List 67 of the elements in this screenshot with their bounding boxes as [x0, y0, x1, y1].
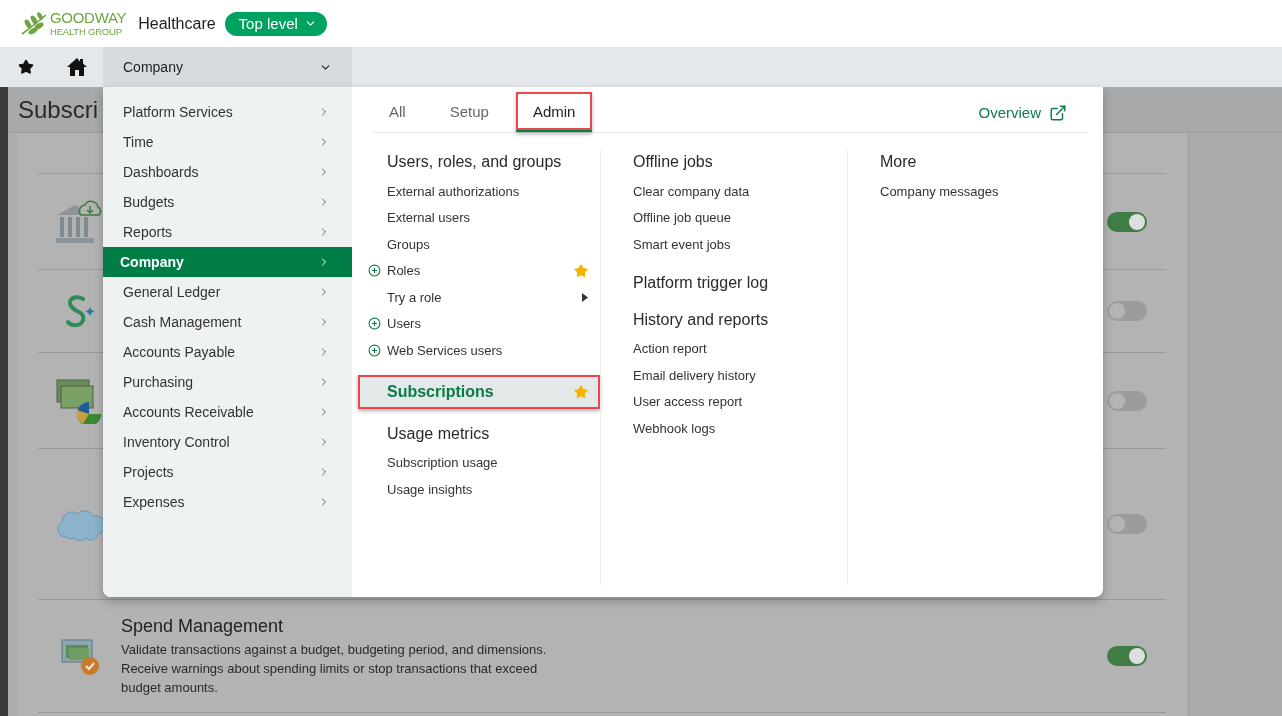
menu-category[interactable]: Accounts Payable: [103, 337, 352, 367]
section-heading: History and reports: [632, 309, 770, 330]
external-link-icon: [1049, 103, 1067, 122]
toggle-switch[interactable]: [1107, 646, 1147, 666]
module-menu[interactable]: Company: [103, 47, 352, 87]
feature-title: Spend Management: [121, 615, 285, 637]
menu-tab[interactable]: Admin: [515, 92, 593, 132]
menu-tab[interactable]: All: [372, 92, 423, 132]
section-heading: Offline jobs: [632, 152, 714, 172]
menu-category[interactable]: Platform Services: [103, 97, 352, 127]
logo-name: GOODWAY: [50, 10, 127, 26]
leaf-logo-icon: [20, 11, 48, 36]
menu-category[interactable]: Budgets: [103, 187, 352, 217]
menu-link[interactable]: User access report: [601, 388, 847, 415]
menu-category[interactable]: General Ledger: [103, 277, 352, 307]
menu-link[interactable]: External authorizations: [355, 178, 600, 205]
star-icon: [574, 263, 588, 278]
money-check-icon: [60, 636, 100, 676]
overview-link[interactable]: Overview: [978, 103, 1067, 122]
menu-category[interactable]: Reports: [103, 217, 352, 247]
section-heading: Usage metrics: [386, 423, 491, 444]
menu-link[interactable]: Try a role: [355, 284, 600, 311]
page-title: Subscri: [18, 95, 99, 124]
menu-category[interactable]: Purchasing: [103, 367, 352, 397]
star-icon: [17, 59, 34, 75]
home-icon: [65, 57, 88, 77]
menu-link[interactable]: Web Services users: [355, 337, 600, 364]
menu-link[interactable]: Usage insights: [355, 476, 600, 503]
curve-logo-icon: [63, 293, 97, 329]
caret-icon: [582, 292, 588, 302]
menu-category[interactable]: Dashboards: [103, 157, 352, 187]
toggle-switch[interactable]: [1107, 211, 1147, 232]
menu-link[interactable]: Offline job queue: [601, 204, 847, 231]
menu-link[interactable]: Users: [355, 310, 600, 337]
company-name: Healthcare: [138, 14, 216, 33]
toggle-switch[interactable]: [1107, 514, 1147, 534]
menu-category[interactable]: Projects: [103, 457, 352, 487]
section-heading: More: [879, 152, 918, 172]
add-icon: [368, 264, 381, 278]
menu-link[interactable]: Subscription usage: [355, 449, 600, 476]
menu-link[interactable]: Groups: [355, 231, 600, 258]
cloud-logo-icon: [56, 507, 104, 541]
menu-category[interactable]: Accounts Receivable: [103, 397, 352, 427]
star-icon: [574, 384, 588, 399]
menu-category[interactable]: Inventory Control: [103, 427, 352, 457]
menu-link[interactable]: Email delivery history: [601, 362, 847, 389]
logo-tagline: HEALTH GROUP: [50, 27, 123, 37]
menu-link[interactable]: Smart event jobs: [601, 231, 847, 258]
menu-link[interactable]: External users: [355, 204, 600, 231]
menu-category[interactable]: Expenses: [103, 487, 352, 517]
menu-category[interactable]: Cash Management: [103, 307, 352, 337]
toggle-switch[interactable]: [1107, 390, 1147, 411]
menu-link[interactable]: Action report: [601, 335, 847, 362]
menu-tab[interactable]: Setup: [432, 92, 506, 132]
menu-category[interactable]: Time: [103, 127, 352, 157]
menu-link[interactable]: Clear company data: [601, 178, 847, 205]
menu-category[interactable]: Company: [103, 247, 352, 277]
section-heading: Users, roles, and groups: [386, 152, 563, 172]
menu-link[interactable]: Subscriptions: [358, 374, 600, 409]
section-heading: Platform trigger log: [632, 272, 770, 293]
menu-link[interactable]: Roles: [355, 257, 600, 284]
add-icon: [368, 343, 381, 357]
menu-link[interactable]: Webhook logs: [601, 415, 847, 442]
menu-link[interactable]: Company messages: [848, 178, 1087, 205]
toggle-switch[interactable]: [1107, 301, 1147, 321]
feature-description: Validate transactions against a budget, budgeting period, and dimensions. Receive warnings about spending limits or stop transactions that exceed budget amounts.: [121, 640, 548, 697]
add-icon: [368, 317, 381, 331]
